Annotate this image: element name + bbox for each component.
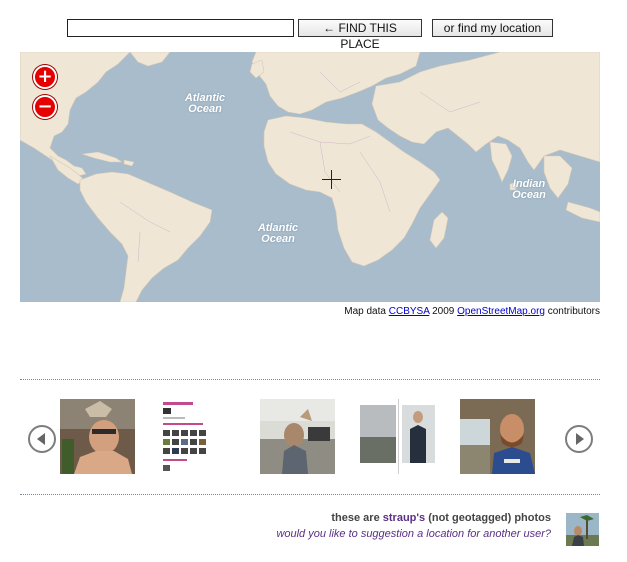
attribution-year: 2009 — [432, 306, 455, 317]
right-arrow-icon — [576, 433, 584, 445]
ocean-label-north-atlantic-2: Ocean — [188, 103, 222, 115]
photo-thumbnail-2[interactable] — [160, 399, 235, 474]
map-attribution: Map data CCBYSA 2009 OpenStreetMap.org c… — [344, 306, 600, 317]
photos-caption: these are straup's (not geotagged) photo… — [331, 512, 551, 524]
photo-thumbnail-3[interactable] — [260, 399, 335, 474]
divider-top — [20, 379, 600, 380]
caption-pre: these are — [331, 512, 380, 524]
caption-post: (not geotagged) photos — [428, 512, 551, 524]
attribution-prefix: Map data — [344, 306, 386, 317]
map[interactable]: Atlantic Ocean Atlantic Ocean Indian Oce… — [20, 52, 600, 302]
photo-thumbnail-4[interactable] — [360, 399, 435, 474]
search-input[interactable] — [67, 19, 294, 37]
photo-thumbnail-1[interactable] — [60, 399, 135, 474]
photo-thumbnail-5[interactable] — [460, 399, 535, 474]
crosshair-icon — [322, 170, 342, 190]
left-arrow-icon — [37, 433, 45, 445]
ocean-label-south-atlantic-2: Ocean — [261, 233, 295, 245]
find-this-place-button[interactable]: ← FIND THIS PLACE — [298, 19, 422, 51]
prev-button[interactable] — [28, 425, 56, 453]
ccbysa-link[interactable]: CCBYSA — [389, 306, 430, 317]
avatar[interactable] — [566, 513, 599, 546]
zoom-out-button[interactable]: − — [33, 95, 57, 119]
attribution-suffix: contributors — [547, 306, 600, 317]
map-tiles — [20, 52, 600, 302]
ocean-label-indian-2: Ocean — [512, 189, 546, 201]
zoom-in-button[interactable]: + — [33, 65, 57, 89]
suggest-location-link[interactable]: would you like to suggestion a location … — [276, 528, 551, 540]
divider-bottom — [20, 494, 600, 495]
user-link[interactable]: straup's — [383, 512, 425, 524]
next-button[interactable] — [565, 425, 593, 453]
openstreetmap-link[interactable]: OpenStreetMap.org — [457, 306, 545, 317]
find-my-location-button[interactable]: or find my location — [432, 19, 553, 37]
